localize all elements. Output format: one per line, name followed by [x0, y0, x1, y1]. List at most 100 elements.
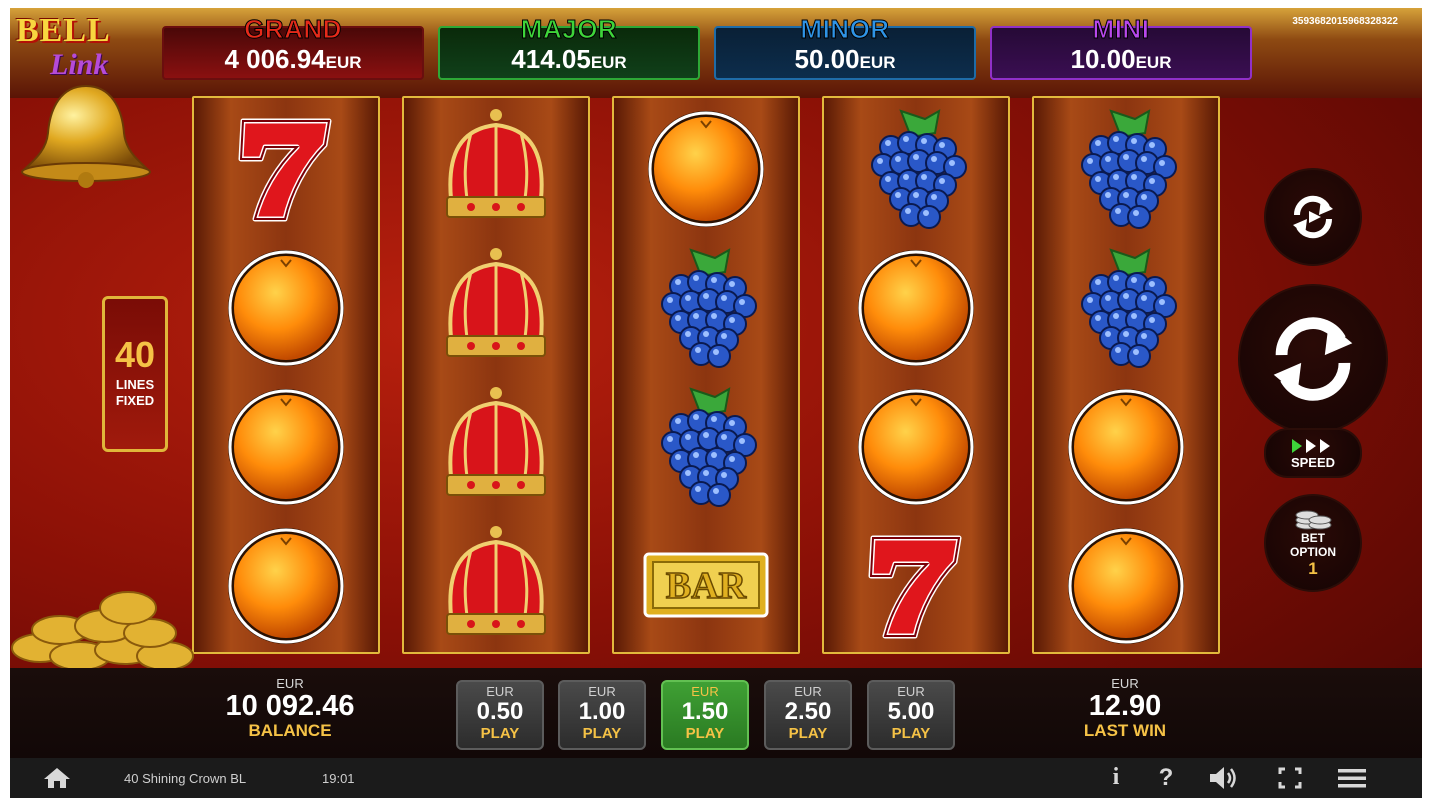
bet-button-label: PLAY [891, 725, 931, 742]
crown-symbol-icon [446, 247, 546, 357]
home-icon[interactable] [42, 766, 72, 790]
slot-game: BELL Link GRAND 4 006.94EUR MAJOR 414.05… [10, 8, 1422, 798]
reel-symbol-orange [194, 237, 378, 376]
bet-button-label: PLAY [582, 725, 622, 742]
status-bar: 40 Shining Crown BL 19:01 i ? [10, 758, 1422, 798]
bet-button-1[interactable]: EUR 0.50 PLAY [456, 680, 544, 750]
fast-forward-icon [1292, 438, 1330, 453]
reel-5 [1032, 96, 1220, 654]
balance-label: BALANCE [248, 721, 332, 740]
orange-symbol-icon [1068, 388, 1184, 505]
reel-symbol-crown [404, 376, 588, 515]
bet-button-currency: EUR [691, 684, 719, 699]
bet-button-amount: 1.00 [578, 698, 626, 725]
bet-option-value: 1 [1308, 559, 1318, 578]
bet-button-amount: 2.50 [784, 698, 832, 725]
jackpot-grand: GRAND 4 006.94EUR [162, 14, 424, 80]
reel-symbol-grapes [614, 237, 798, 376]
jackpot-mini-label: MINI [1092, 14, 1150, 45]
logo-text-link: Link [50, 48, 109, 81]
orange-symbol-icon [1068, 527, 1184, 644]
grapes-symbol-icon [871, 108, 967, 229]
reel-symbol-orange [194, 376, 378, 515]
clock: 19:01 [322, 771, 355, 786]
fullscreen-icon[interactable] [1274, 764, 1306, 792]
bet-option-button[interactable]: BET OPTION 1 [1264, 494, 1362, 592]
grapes-symbol-icon [1081, 108, 1177, 229]
lines-label: LINES FIXED [115, 377, 155, 408]
orange-symbol-icon [858, 249, 974, 366]
bet-button-3[interactable]: EUR 1.50 PLAY [661, 680, 749, 750]
spin-icon [1273, 317, 1353, 401]
crown-symbol-icon [446, 525, 546, 635]
spin-button[interactable] [1238, 284, 1388, 434]
reel-symbol-grapes [1034, 98, 1218, 237]
golden-bell-icon [21, 84, 151, 188]
lines-badge: 40 LINES FIXED [102, 296, 168, 452]
reel-symbol-orange [614, 98, 798, 237]
seven-symbol-icon [868, 535, 962, 638]
jackpot-grand-value: 4 006.94EUR [224, 44, 362, 74]
svg-text:BAR: BAR [666, 565, 747, 607]
bet-button-2[interactable]: EUR 1.00 PLAY [558, 680, 646, 750]
jackpot-major-value: 414.05EUR [511, 44, 627, 74]
reel-symbol-orange [1034, 376, 1218, 515]
bet-option-label: BET OPTION [1289, 531, 1336, 559]
balance-display: EUR 10 092.46 BALANCE [210, 676, 370, 741]
bet-button-label: PLAY [788, 725, 828, 742]
jackpot-major-label: MAJOR [520, 14, 618, 45]
bar-symbol-icon: BAR [643, 552, 769, 617]
bet-button-label: PLAY [480, 725, 520, 742]
bet-button-currency: EUR [897, 684, 925, 699]
reel-symbol-orange [824, 237, 1008, 376]
help-icon[interactable]: ? [1150, 764, 1182, 792]
reel-symbol-orange [1034, 515, 1218, 654]
bet-button-amount: 5.00 [887, 698, 935, 725]
bet-button-label: PLAY [685, 725, 725, 742]
bet-button-currency: EUR [588, 684, 616, 699]
bet-button-4[interactable]: EUR 2.50 PLAY [764, 680, 852, 750]
gold-coins-icon [11, 591, 194, 671]
jackpot-minor-value: 50.00EUR [794, 44, 896, 74]
bet-button-amount: 0.50 [476, 698, 524, 725]
jackpot-mini: MINI 10.00EUR [990, 14, 1252, 80]
bet-button-currency: EUR [794, 684, 822, 699]
last-win-currency: EUR [1111, 676, 1139, 691]
autoplay-button[interactable] [1264, 168, 1362, 266]
jackpot-grand-label: GRAND [244, 14, 342, 45]
autoplay-icon [1293, 195, 1333, 239]
bet-button-amount: 1.50 [681, 698, 729, 725]
balance-amount: 10 092.46 [225, 690, 355, 722]
reel-symbol-crown [404, 237, 588, 376]
reel-symbol-bar: BAR [614, 515, 798, 654]
grapes-symbol-icon [1081, 247, 1177, 368]
orange-symbol-icon [858, 388, 974, 505]
menu-icon[interactable] [1336, 764, 1368, 792]
speed-label: SPEED [1290, 454, 1336, 470]
reel-symbol-seven [824, 515, 1008, 654]
crown-symbol-icon [446, 386, 546, 496]
speed-button[interactable]: SPEED [1264, 428, 1362, 478]
grapes-symbol-icon [661, 386, 757, 507]
reel-4 [822, 96, 1010, 654]
last-win-label: LAST WIN [1083, 721, 1167, 740]
info-icon[interactable]: i [1100, 764, 1132, 792]
jackpot-mini-value: 10.00EUR [1070, 44, 1172, 74]
game-round-id: 3593682015968328322 [1292, 16, 1398, 27]
bet-button-5[interactable]: EUR 5.00 PLAY [867, 680, 955, 750]
orange-symbol-icon [228, 527, 344, 644]
orange-symbol-icon [228, 249, 344, 366]
last-win-display: EUR 12.90 LAST WIN [1060, 676, 1190, 741]
jackpot-major: MAJOR 414.05EUR [438, 14, 700, 80]
reel-symbol-grapes [824, 98, 1008, 237]
reel-symbol-seven [194, 98, 378, 237]
jackpot-minor-label: MINOR [800, 14, 890, 45]
sound-icon[interactable] [1206, 764, 1238, 792]
reel-symbol-orange [194, 515, 378, 654]
reel-symbol-grapes [614, 376, 798, 515]
reel-symbol-crown [404, 98, 588, 237]
bottom-panel: EUR 10 092.46 BALANCE EUR 0.50 PLAY EUR 1.00… [10, 668, 1422, 758]
reel-symbol-grapes [1034, 237, 1218, 376]
balance-currency: EUR [276, 676, 304, 691]
orange-symbol-icon [228, 388, 344, 505]
